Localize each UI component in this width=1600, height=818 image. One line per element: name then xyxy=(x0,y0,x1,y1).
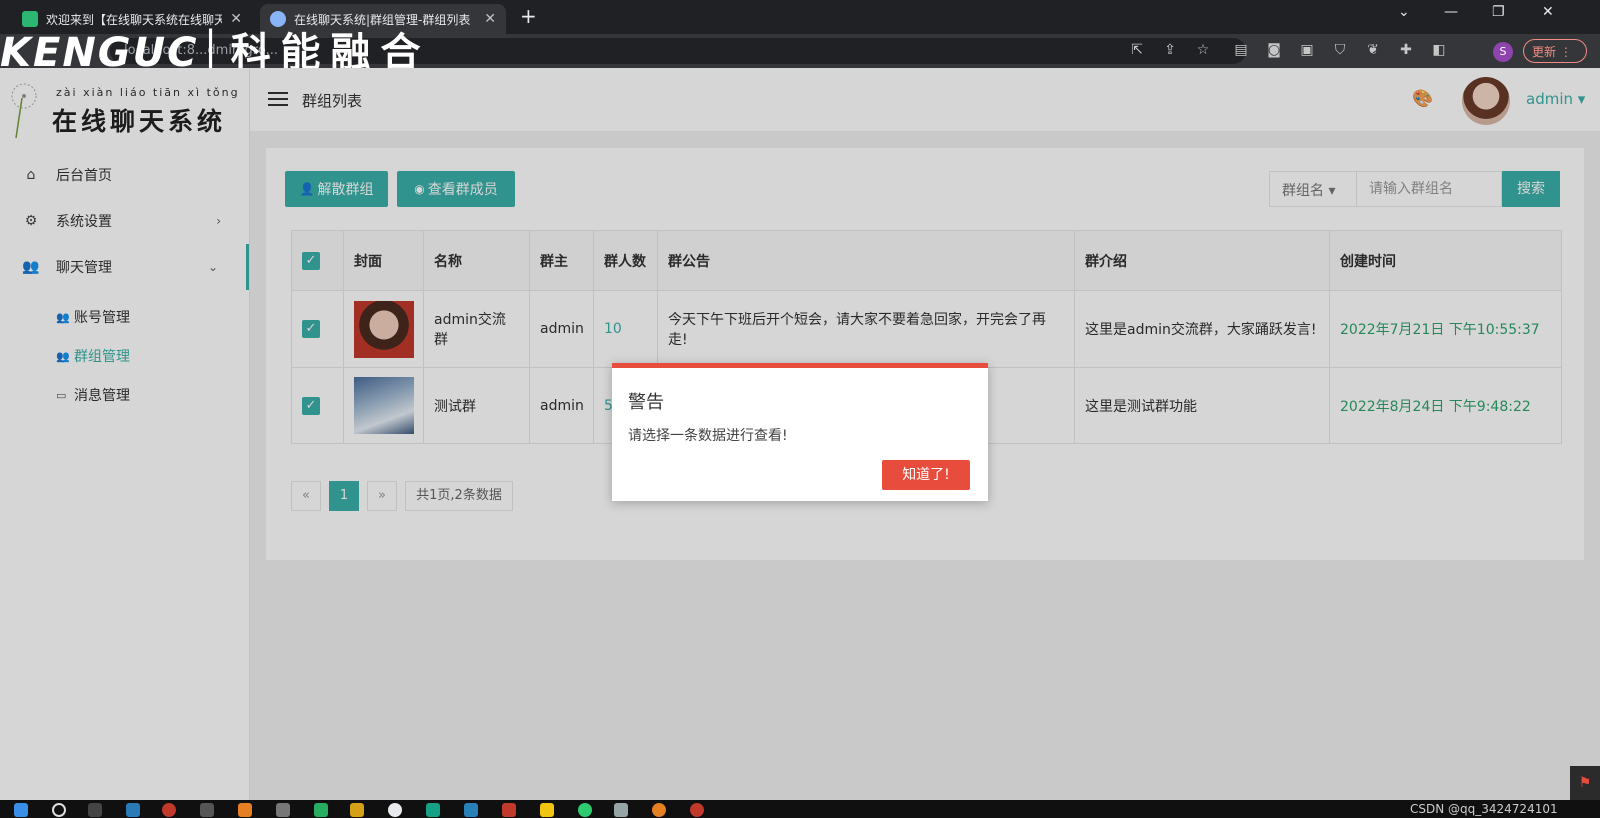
app-icon[interactable] xyxy=(350,803,364,817)
feedback-flag-icon[interactable]: ⚑ xyxy=(1570,766,1600,800)
profile-avatar[interactable]: S xyxy=(1493,42,1513,62)
browser-tab-group-list[interactable]: 在线聊天系统|群组管理-群组列表 ✕ xyxy=(260,4,506,34)
globe-favicon-icon xyxy=(270,11,286,27)
app-icon[interactable] xyxy=(614,803,628,817)
bookmark-star-icon[interactable]: ☆ xyxy=(1194,41,1212,59)
new-tab-button[interactable]: + xyxy=(520,4,537,28)
window-close-icon[interactable]: ✕ xyxy=(1542,4,1554,20)
extension-leaf-icon[interactable]: ❦ xyxy=(1364,41,1382,59)
share-icon[interactable]: ⇪ xyxy=(1161,41,1179,59)
camera-icon[interactable]: ◙ xyxy=(1265,41,1283,59)
app-icon[interactable] xyxy=(126,803,140,817)
os-taskbar: CSDN @qq_3424724101 xyxy=(0,800,1600,818)
admin-page: zài xiàn liáo tiān xì tǒng 在线聊天系统 ⌂ 后台首页… xyxy=(0,68,1600,800)
puzzle-icon[interactable]: ✚ xyxy=(1397,41,1415,59)
tab-title: 欢迎来到【在线聊天系统在线聊天 xyxy=(46,12,223,27)
warning-dialog: 警告 请选择一条数据进行查看! 知道了! xyxy=(612,363,988,501)
firefox-icon[interactable] xyxy=(652,803,666,817)
reader-icon[interactable]: ▤ xyxy=(1232,41,1250,59)
browser-tab-bar: 欢迎来到【在线聊天系统在线聊天 ✕ 在线聊天系统|群组管理-群组列表 ✕ + ⌄… xyxy=(0,0,1600,34)
shield-icon[interactable]: ⛉ xyxy=(1331,41,1349,59)
app-icon[interactable] xyxy=(238,803,252,817)
close-tab-icon[interactable]: ✕ xyxy=(230,11,242,27)
minimize-icon[interactable]: — xyxy=(1444,4,1458,20)
dialog-message: 请选择一条数据进行查看! xyxy=(628,428,788,444)
tray-text: CSDN @qq_3424724101 xyxy=(1410,802,1558,816)
close-tab-icon[interactable]: ✕ xyxy=(484,11,496,27)
app-icon[interactable] xyxy=(464,803,478,817)
app-icon[interactable] xyxy=(200,803,214,817)
address-bar[interactable]: localhost:8...dmin/gro... xyxy=(110,38,1246,64)
browser-toolbar: localhost:8...dmin/gro... ⇱ ⇪ ☆ ▤ ◙ ▣ ⛉ … xyxy=(0,34,1600,68)
restore-icon[interactable]: ❐ xyxy=(1492,4,1505,20)
folder-icon[interactable] xyxy=(540,803,554,817)
record-icon[interactable] xyxy=(162,803,176,817)
dialog-title: 警告 xyxy=(628,392,664,413)
refresh-app-icon[interactable] xyxy=(314,803,328,817)
app-icon[interactable] xyxy=(502,803,516,817)
dialog-ok-button[interactable]: 知道了! xyxy=(882,460,970,490)
sidebar-panel-icon[interactable]: ◧ xyxy=(1430,41,1448,59)
app-icon[interactable] xyxy=(426,803,440,817)
app-icon[interactable] xyxy=(88,803,102,817)
record-icon[interactable] xyxy=(690,803,704,817)
search-icon[interactable] xyxy=(52,803,66,817)
app-icon[interactable] xyxy=(276,803,290,817)
tab-title: 在线聊天系统|群组管理-群组列表 xyxy=(294,12,471,27)
chrome-icon[interactable] xyxy=(388,803,402,817)
browser-tab-welcome[interactable]: 欢迎来到【在线聊天系统在线聊天 ✕ xyxy=(12,4,252,34)
wechat-icon[interactable] xyxy=(578,803,592,817)
windows-start-icon[interactable] xyxy=(14,803,28,817)
tab-search-icon[interactable]: ⌄ xyxy=(1398,4,1410,20)
chat-favicon-icon xyxy=(22,11,38,27)
open-external-icon[interactable]: ⇱ xyxy=(1128,41,1146,59)
update-button[interactable]: 更新 ⋮ xyxy=(1523,39,1587,63)
image-icon[interactable]: ▣ xyxy=(1298,41,1316,59)
